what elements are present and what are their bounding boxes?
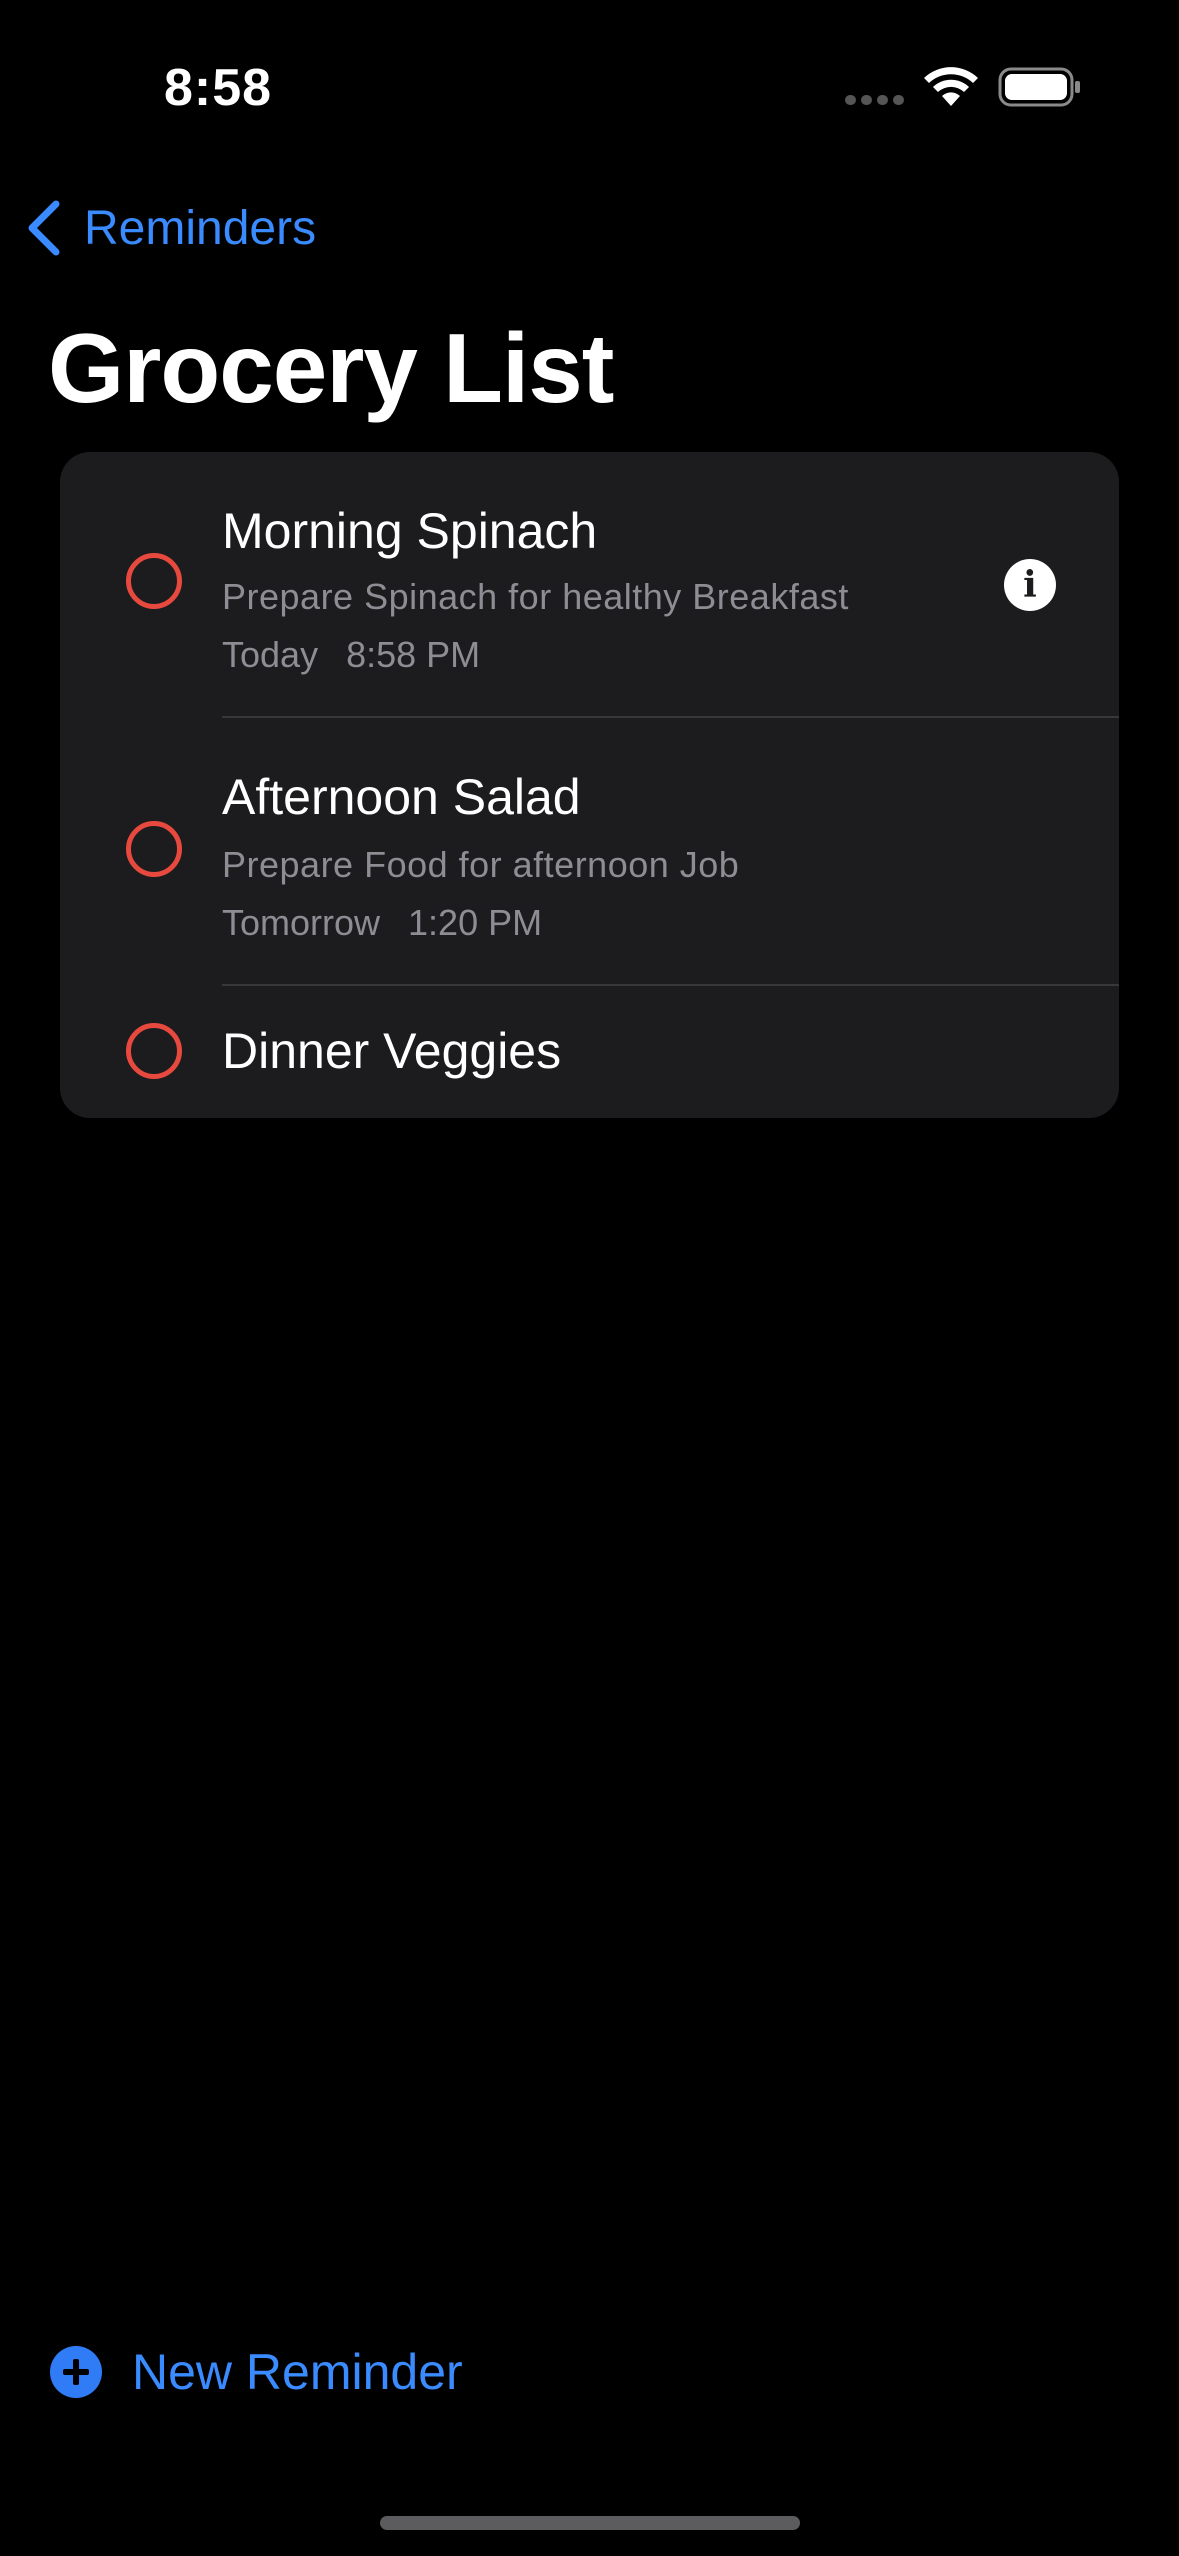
reminder-time: 8:58 PM — [346, 634, 481, 675]
reminders-list: Morning Spinach Prepare Spinach for heal… — [60, 452, 1119, 1118]
cellular-signal-icon — [845, 95, 905, 105]
back-button[interactable]: Reminders — [24, 192, 344, 264]
reminder-notes: Prepare Food for afternoon Job — [222, 844, 740, 885]
chevron-left-icon — [28, 200, 60, 256]
reminder-title[interactable]: Afternoon Salad — [222, 768, 581, 826]
reminder-notes: Prepare Spinach for healthy Breakfast — [222, 576, 849, 617]
page-title: Grocery List — [48, 313, 614, 423]
completion-circle[interactable] — [126, 1023, 182, 1079]
new-reminder-label: New Reminder — [132, 2344, 463, 2400]
reminder-row-afternoon-salad[interactable]: Afternoon Salad Prepare Food for afterno… — [60, 718, 1119, 986]
completion-circle[interactable] — [126, 553, 182, 609]
status-time: 8:58 — [163, 59, 273, 117]
reminder-due: Tomorrow 1:20 PM — [222, 902, 542, 944]
reminder-date: Today — [222, 634, 319, 675]
status-bar: 8:58 — [0, 0, 1179, 170]
reminder-title[interactable]: Dinner Veggies — [222, 1022, 561, 1080]
reminder-title[interactable]: Morning Spinach — [222, 502, 597, 560]
plus-circle-icon — [50, 2346, 102, 2398]
reminder-time: 1:20 PM — [408, 902, 543, 943]
completion-circle[interactable] — [126, 821, 182, 877]
reminder-row-morning-spinach[interactable]: Morning Spinach Prepare Spinach for heal… — [60, 452, 1119, 718]
back-button-label: Reminders — [84, 201, 317, 255]
info-icon[interactable]: i — [1004, 559, 1056, 611]
new-reminder-button[interactable]: New Reminder — [50, 2340, 510, 2404]
battery-icon — [998, 67, 1080, 107]
home-indicator[interactable] — [380, 2516, 800, 2530]
reminder-due: Today 8:58 PM — [222, 634, 480, 676]
reminder-date: Tomorrow — [222, 902, 381, 943]
wifi-icon — [924, 67, 978, 106]
reminder-row-dinner-veggies[interactable]: Dinner Veggies — [60, 986, 1119, 1118]
